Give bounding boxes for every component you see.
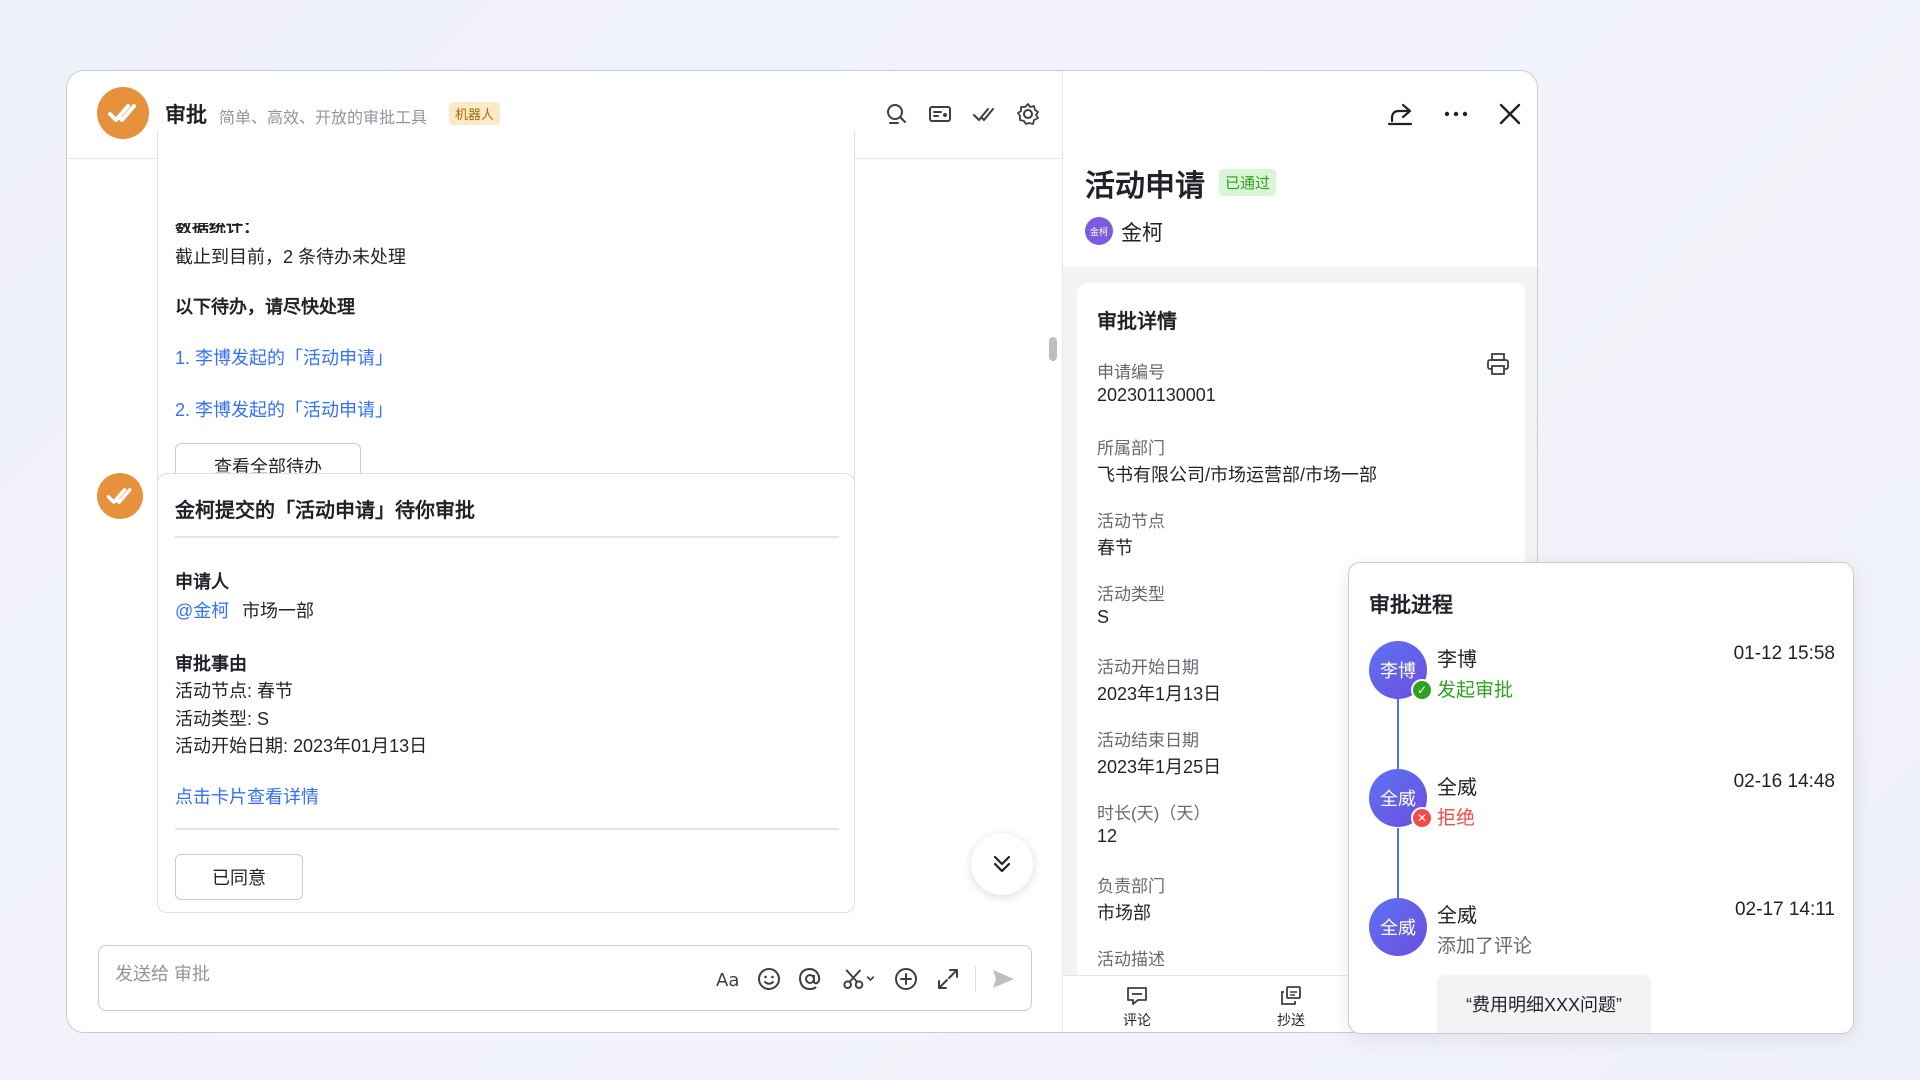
send-icon[interactable]	[989, 965, 1017, 993]
search-icon[interactable]	[883, 101, 909, 127]
double-check-icon	[108, 104, 136, 122]
field-value: S	[1097, 607, 1110, 627]
approval-time: 02-16 14:48	[1733, 771, 1835, 792]
field-label: 活动开始日期	[1097, 658, 1199, 677]
double-chevron-down-icon	[993, 855, 1011, 873]
field-value: 飞书有限公司/市场运营部/市场一部	[1097, 465, 1378, 485]
print-icon[interactable]	[1485, 351, 1511, 377]
applicant-mention[interactable]: @金柯	[175, 597, 229, 623]
font-format-icon[interactable]: Aa	[713, 965, 741, 993]
stats-text: 截止到目前，2 条待办未处理	[175, 247, 407, 267]
scrollbar-thumb[interactable]	[1049, 337, 1057, 361]
bot-avatar[interactable]	[97, 87, 149, 139]
card-title: 金柯提交的「活动申请」待你审批	[175, 500, 475, 522]
todo-item-link[interactable]: 2. 李博发起的「活动申请」	[175, 396, 393, 422]
cc-label: 抄送	[1277, 1012, 1305, 1028]
approval-action: 发起审批	[1437, 680, 1514, 701]
reject-icon: ✕	[1411, 807, 1433, 829]
emoji-icon[interactable]	[755, 965, 783, 993]
detail-title: 活动申请	[1085, 170, 1205, 203]
reason-line: 活动开始日期: 2023年01月13日	[175, 736, 428, 756]
avatar[interactable]: 金柯	[1085, 217, 1113, 245]
todo-item-link[interactable]: 1. 李博发起的「活动申请」	[175, 344, 393, 370]
progress-title: 审批进程	[1369, 594, 1453, 617]
expand-icon[interactable]	[934, 965, 962, 993]
field-value: 2023年1月25日	[1097, 757, 1222, 777]
approval-progress-panel: 审批进程 李博 ✓ 李博 发起审批 01-12 15:58 全威 ✕ 全威 拒绝…	[1348, 562, 1854, 1034]
todo-summary-card: 数据统计： 截止到目前，2 条待办未处理 以下待办，请尽快处理 1. 李博发起的…	[157, 131, 855, 507]
approval-window: 审批 简单、高效、开放的审批工具 机器人 数据统计： 截止到目前，2 条待办未处…	[66, 70, 1538, 1033]
status-badge: 已通过	[1219, 169, 1277, 196]
field-label: 所属部门	[1097, 439, 1165, 458]
stats-heading: 数据统计：	[175, 223, 260, 233]
add-icon[interactable]	[892, 965, 920, 993]
todo-heading: 以下待办，请尽快处理	[175, 297, 355, 317]
reason-line: 活动节点: 春节	[175, 681, 294, 701]
field-label: 申请编号	[1097, 363, 1165, 382]
chat-title: 审批	[165, 104, 207, 127]
divider	[175, 828, 839, 830]
message-input[interactable]	[115, 964, 675, 985]
copy-icon	[1281, 986, 1301, 1005]
approval-action: 拒绝	[1437, 808, 1476, 829]
field-label: 负责部门	[1097, 877, 1165, 896]
approver-name: 全威	[1437, 905, 1477, 927]
field-label: 活动描述	[1097, 950, 1165, 969]
detail-header: 活动申请 已通过 金柯 金柯	[1063, 71, 1537, 267]
mention-icon[interactable]	[796, 965, 824, 993]
comment-button[interactable]: 评论	[1107, 984, 1167, 1030]
scroll-to-bottom-button[interactable]	[971, 833, 1033, 895]
timeline-connector	[1397, 828, 1399, 898]
approval-request-card[interactable]: 金柯提交的「活动申请」待你审批 申请人 @金柯 市场一部 审批事由 活动节点: …	[157, 473, 855, 913]
divider	[175, 536, 839, 538]
approval-action: 添加了评论	[1437, 936, 1533, 957]
field-label: 活动结束日期	[1097, 731, 1199, 750]
applicant-name[interactable]: 金柯	[1121, 217, 1163, 247]
toolbar-divider	[975, 966, 976, 992]
bot-tag: 机器人	[449, 102, 501, 125]
card-icon[interactable]	[927, 101, 953, 127]
reason-line: 活动类型: S	[175, 709, 270, 729]
chat-panel: 审批 简单、高效、开放的审批工具 机器人 数据统计： 截止到目前，2 条待办未处…	[67, 71, 1063, 1032]
gear-icon[interactable]	[1015, 101, 1041, 127]
bot-avatar[interactable]	[97, 473, 143, 519]
field-label: 活动节点	[1097, 512, 1165, 531]
share-icon[interactable]	[1383, 97, 1417, 131]
check-icon: ✓	[1411, 679, 1433, 701]
approval-time: 02-17 14:11	[1734, 899, 1835, 920]
more-icon[interactable]	[1439, 97, 1473, 131]
comment-label: 评论	[1123, 1012, 1151, 1028]
field-value: 市场部	[1097, 903, 1151, 923]
field-value: 202301130001	[1097, 385, 1216, 405]
approver-name: 全威	[1437, 777, 1477, 799]
cc-button[interactable]: 抄送	[1261, 984, 1321, 1030]
timeline-connector	[1397, 699, 1399, 769]
section-title: 审批详情	[1097, 311, 1177, 333]
reason-label: 审批事由	[175, 654, 247, 674]
approval-time: 01-12 15:58	[1733, 643, 1835, 664]
screenshot-scissors-icon[interactable]	[840, 965, 880, 993]
comment-icon	[1127, 987, 1147, 1005]
message-input-box[interactable]: Aa	[98, 945, 1032, 1011]
approved-button[interactable]: 已同意	[175, 854, 303, 900]
field-label: 时长(天)（天）	[1097, 804, 1211, 823]
field-value: 12	[1097, 826, 1118, 846]
avatar[interactable]: 全威	[1369, 898, 1427, 956]
field-value: 春节	[1097, 538, 1133, 558]
applicant-label: 申请人	[175, 572, 229, 592]
field-label: 活动类型	[1097, 585, 1165, 604]
field-value: 2023年1月13日	[1097, 684, 1222, 704]
close-icon[interactable]	[1493, 97, 1527, 131]
view-detail-link[interactable]: 点击卡片查看详情	[175, 783, 319, 809]
double-check-icon	[106, 488, 132, 504]
applicant-dept: 市场一部	[242, 601, 314, 621]
comment-bubble: “费用明细XXX问题”	[1437, 975, 1651, 1033]
chat-description: 简单、高效、开放的审批工具	[219, 110, 428, 127]
approver-name: 李博	[1437, 649, 1477, 671]
svg-text:Aa: Aa	[716, 970, 739, 991]
done-check-icon[interactable]	[971, 101, 997, 127]
